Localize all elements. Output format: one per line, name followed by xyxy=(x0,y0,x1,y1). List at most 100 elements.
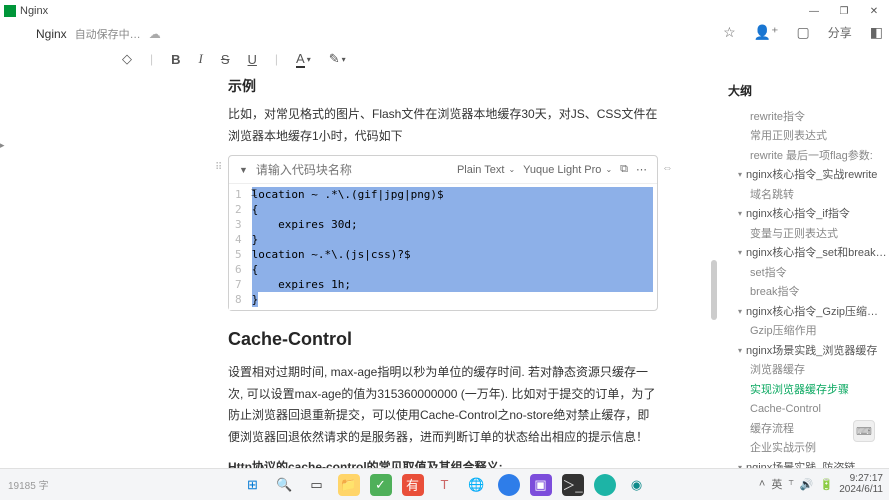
language-selector[interactable]: Plain Text ⌄ xyxy=(457,164,515,176)
app-icon-text[interactable]: T xyxy=(434,474,456,496)
window-title: Nginx xyxy=(20,5,48,17)
collapse-icon[interactable]: ▼ xyxy=(239,165,248,175)
word-count: 19185 字 xyxy=(8,477,49,492)
app-icon-purple[interactable]: ▣ xyxy=(530,474,552,496)
line-gutter: 12345678 xyxy=(229,184,248,310)
outline-item-label: set指令 xyxy=(750,267,787,279)
outline-item-label: 域名跳转 xyxy=(750,189,794,201)
window-controls: — ❐ ✕ xyxy=(799,0,889,22)
outline-item[interactable]: ▾nginx核心指令_set和break指令 xyxy=(728,244,889,264)
outline-item[interactable]: break指令 xyxy=(728,283,889,303)
outline-item[interactable]: 实现浏览器缓存步骤 xyxy=(728,380,889,400)
share-button[interactable]: 分享 xyxy=(828,24,852,41)
document-content[interactable]: 示例 比如，对常见格式的图片、Flash文件在浏览器本地缓存30天，对JS、CS… xyxy=(0,72,724,492)
code-name-input[interactable] xyxy=(256,163,449,177)
more-sidebar-icon[interactable]: ◧ xyxy=(870,24,883,41)
code-lines[interactable]: location ~ .*\.(gif|jpg|png)$ { expires … xyxy=(248,184,657,310)
tray-chevron-icon[interactable]: ˄ xyxy=(759,478,765,490)
outline-item[interactable]: Gzip压缩作用 xyxy=(728,322,889,342)
floating-input-icon[interactable]: ⌨ xyxy=(853,420,875,442)
system-tray: ˄ 英 ⸆ 🔊 🔋 9:27:17 2024/6/11 xyxy=(759,468,883,500)
autosave-status: 自动保存中… xyxy=(75,26,141,42)
outline-arrow-icon[interactable]: ▾ xyxy=(738,345,746,357)
outline-item[interactable]: rewrite 最后一项flag参数: xyxy=(728,146,889,166)
battery-icon[interactable]: 🔋 xyxy=(820,478,834,491)
start-icon[interactable]: ⊞ xyxy=(242,474,264,496)
wifi-icon[interactable]: ⸆ xyxy=(788,477,794,492)
theme-selector[interactable]: Yuque Light Pro ⌄ xyxy=(523,164,612,176)
outline-title: 大纲 xyxy=(728,82,889,99)
text-cursor-icon: ⌶ xyxy=(251,188,257,199)
outline-item-label: 实现浏览器缓存步骤 xyxy=(750,384,849,396)
outline-item[interactable]: Cache-Control xyxy=(728,400,889,420)
outline-item-label: Cache-Control xyxy=(750,403,821,415)
outline-item[interactable]: rewrite指令 xyxy=(728,107,889,127)
scrollbar-thumb[interactable] xyxy=(711,260,717,320)
app-icon-green[interactable]: ✓ xyxy=(370,474,392,496)
code-block-header: ▼ Plain Text ⌄ Yuque Light Pro ⌄ ⧉ ⋯ xyxy=(229,156,657,184)
outline-item-label: 变量与正则表达式 xyxy=(750,228,838,240)
edge-icon[interactable]: ◉ xyxy=(626,474,648,496)
star-icon[interactable]: ☆ xyxy=(723,24,736,41)
explorer-icon[interactable]: 📁 xyxy=(338,474,360,496)
outline-arrow-icon[interactable]: ▾ xyxy=(738,306,746,318)
eraser-tool[interactable]: ◇ xyxy=(122,51,132,67)
ime-icon[interactable]: 英 xyxy=(771,476,782,492)
app-icon-red[interactable]: 有 xyxy=(402,474,424,496)
outline-arrow-icon[interactable]: ▾ xyxy=(738,208,746,220)
code-more-icon[interactable]: ⋯ xyxy=(636,163,647,176)
maximize-button[interactable]: ❐ xyxy=(829,0,859,22)
heading-example: 示例 xyxy=(228,76,658,96)
outline-item[interactable]: 浏览器缓存 xyxy=(728,361,889,381)
tray-time[interactable]: 9:27:17 xyxy=(839,473,883,484)
app-icon-blue[interactable] xyxy=(498,474,520,496)
outline-item[interactable]: set指令 xyxy=(728,263,889,283)
app-favicon xyxy=(4,5,16,17)
code-block[interactable]: ⠿ ⇔ ▼ Plain Text ⌄ Yuque Light Pro ⌄ ⧉ ⋯… xyxy=(228,155,658,311)
doc-title[interactable]: Nginx xyxy=(36,27,67,41)
bold-tool[interactable]: B xyxy=(171,52,180,67)
search-icon[interactable]: 🔍 xyxy=(274,474,296,496)
outline-arrow-icon[interactable]: ▾ xyxy=(738,169,746,181)
outline-item-label: break指令 xyxy=(750,286,800,298)
terminal-icon[interactable]: ＞_ xyxy=(562,474,584,496)
taskbar: 19185 字 ⊞ 🔍 ▭ 📁 ✓ 有 T 🌐 ▣ ＞_ ◉ ˄ 英 ⸆ 🔊 🔋… xyxy=(0,468,889,500)
italic-tool[interactable]: I xyxy=(199,51,203,67)
strike-tool[interactable]: S xyxy=(221,52,230,67)
close-button[interactable]: ✕ xyxy=(859,0,889,22)
outline-item[interactable]: ▾nginx核心指令_Gzip压缩指令 xyxy=(728,302,889,322)
outline-item-label: rewrite指令 xyxy=(750,111,805,123)
collaborator-icon[interactable]: 👤⁺ xyxy=(754,24,779,41)
code-body[interactable]: 12345678 location ~ .*\.(gif|jpg|png)$ {… xyxy=(229,184,657,310)
taskbar-apps: ⊞ 🔍 ▭ 📁 ✓ 有 T 🌐 ▣ ＞_ ◉ xyxy=(242,474,648,496)
outline-item-label: 缓存流程 xyxy=(750,423,794,435)
outline-item[interactable]: ▾nginx场景实践_浏览器缓存 xyxy=(728,341,889,361)
expand-icon[interactable]: ⇔ xyxy=(662,162,673,174)
outline-item[interactable]: 常用正则表达式 xyxy=(728,127,889,147)
font-color-tool[interactable]: A▾ xyxy=(296,51,311,68)
drag-handle-icon[interactable]: ⠿ xyxy=(215,162,222,173)
heading-cache-control: Cache-Control xyxy=(228,329,658,350)
outline-item-label: rewrite 最后一项flag参数: xyxy=(750,150,873,162)
volume-icon[interactable]: 🔊 xyxy=(800,478,814,491)
outline-item[interactable]: ▾nginx核心指令_实战rewrite xyxy=(728,166,889,186)
outline-item-label: nginx核心指令_实战rewrite xyxy=(746,169,877,181)
present-icon[interactable]: ▢ xyxy=(797,24,810,41)
outline-item[interactable]: 变量与正则表达式 xyxy=(728,224,889,244)
outline-item-label: 浏览器缓存 xyxy=(750,364,805,376)
chrome-icon[interactable]: 🌐 xyxy=(466,474,488,496)
outline-item-label: nginx核心指令_set和break指令 xyxy=(746,247,889,259)
sidebar-expand-icon[interactable]: ▸ xyxy=(0,140,5,151)
outline-item[interactable]: 域名跳转 xyxy=(728,185,889,205)
task-view-icon[interactable]: ▭ xyxy=(306,474,328,496)
minimize-button[interactable]: — xyxy=(799,0,829,22)
outline-item-label: nginx核心指令_Gzip压缩指令 xyxy=(746,306,889,318)
copy-code-icon[interactable]: ⧉ xyxy=(620,163,628,176)
highlight-tool[interactable]: ✎▾ xyxy=(329,51,346,67)
outline-item-label: Gzip压缩作用 xyxy=(750,325,817,337)
underline-tool[interactable]: U xyxy=(248,52,257,67)
outline-item[interactable]: ▾nginx核心指令_if指令 xyxy=(728,205,889,225)
app-icon-teal[interactable] xyxy=(594,474,616,496)
tray-date[interactable]: 2024/6/11 xyxy=(839,484,883,495)
outline-arrow-icon[interactable]: ▾ xyxy=(738,247,746,259)
